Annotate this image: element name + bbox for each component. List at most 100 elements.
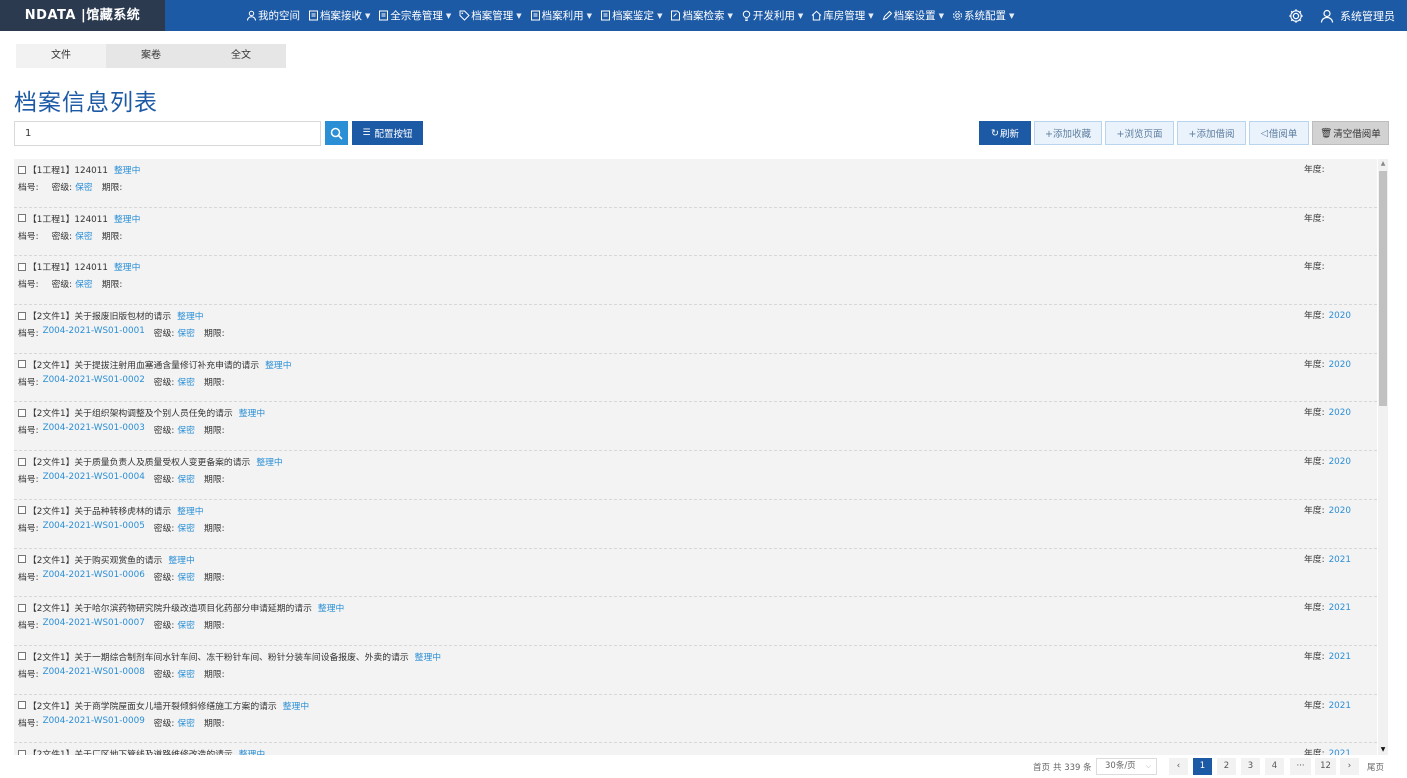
tab-2[interactable]: 全文 <box>196 44 286 68</box>
nav-item-4[interactable]: 档案利用 ▼ <box>530 8 592 23</box>
row-title[interactable]: 【2文件1】关于品种转移虎林的请示 <box>28 504 171 517</box>
nav-item-1[interactable]: 档案接收 ▼ <box>308 8 370 23</box>
row-title[interactable]: 【1工程1】124011 <box>28 260 108 273</box>
page-button-0[interactable]: 1 <box>1193 758 1212 775</box>
doc-no-value[interactable]: Z004-2021-WS01-0007 <box>43 618 145 631</box>
row-title[interactable]: 【2文件1】关于一期综合制剂车间水针车间、冻干粉针车间、粉针分装车间设备报废、外… <box>28 650 409 663</box>
nav-item-10[interactable]: 系统配置 ▼ <box>952 8 1014 23</box>
list-item[interactable]: 【1工程1】124011 整理中 档号: 密级: 保密 期限: 年度: <box>14 207 1377 257</box>
row-title[interactable]: 【2文件1】关于商学院屋面女儿墙开裂倾斜修缮施工方案的请示 <box>28 699 277 712</box>
row-checkbox[interactable] <box>18 408 26 417</box>
nav-item-0[interactable]: 我的空间 <box>246 8 300 23</box>
list-item[interactable]: 【1工程1】124011 整理中 档号: 密级: 保密 期限: 年度: <box>14 159 1377 208</box>
nav-item-label: 档案管理 <box>471 10 514 22</box>
row-title[interactable]: 【2文件1】关于哈尔滨药物研究院升级改造项目化药部分申请延期的请示 <box>28 601 312 614</box>
doc-no-value[interactable]: Z004-2021-WS01-0001 <box>43 326 145 339</box>
last-page-link[interactable]: 尾页 <box>1367 761 1384 773</box>
caret-down-icon: ▼ <box>365 11 371 20</box>
nav-item-6[interactable]: 档案检索 ▼ <box>670 8 733 23</box>
tab-1[interactable]: 案卷 <box>106 44 196 68</box>
list-item[interactable]: 【2文件1】关于组织架构调整及个别人员任免的请示 整理中 档号: Z004-2021-… <box>14 402 1377 452</box>
row-title[interactable]: 【2文件1】关于组织架构调整及个别人员任免的请示 <box>28 406 233 419</box>
settings-gear-icon[interactable] <box>1288 8 1304 24</box>
period-label: 期限: <box>203 572 225 583</box>
row-title[interactable]: 【2文件1】关于质量负责人及质量受权人变更备案的请示 <box>28 455 250 468</box>
year-label: 年度: <box>1304 457 1325 468</box>
doc-no-value[interactable]: Z004-2021-WS01-0009 <box>43 716 145 729</box>
list-item[interactable]: 【2文件1】关于商学院屋面女儿墙开裂倾斜修缮施工方案的请示 整理中 档号: Z004-… <box>14 694 1377 744</box>
page-button-2[interactable]: 3 <box>1241 758 1260 775</box>
page-button-4[interactable]: ··· <box>1290 758 1311 775</box>
row-checkbox[interactable] <box>18 749 26 755</box>
list-item[interactable]: 【2文件1】关于厂区地下管线及道路维修改造的请示整理中 年度:2021 <box>14 743 1377 755</box>
doc-no-value[interactable]: Z004-2021-WS01-0008 <box>43 667 145 680</box>
row-checkbox[interactable] <box>18 701 26 710</box>
row-checkbox[interactable] <box>18 360 26 369</box>
row-checkbox[interactable] <box>18 214 26 223</box>
row-title-line: 【2文件1】关于购买观赏鱼的请示 整理中 <box>18 553 195 566</box>
row-checkbox[interactable] <box>18 165 26 174</box>
browse-page-button[interactable]: +浏览页面 <box>1105 121 1174 145</box>
page-button-5[interactable]: 12 <box>1315 758 1336 775</box>
list-item[interactable]: 【2文件1】关于哈尔滨药物研究院升级改造项目化药部分申请延期的请示 整理中 档号: Z… <box>14 597 1377 646</box>
row-checkbox[interactable] <box>18 652 26 661</box>
nav-item-8[interactable]: 库房管理 ▼ <box>811 8 874 23</box>
year-value: 2021 <box>1328 554 1351 565</box>
list-scrollbar[interactable]: ▲ ▼ <box>1378 159 1388 755</box>
row-status: 整理中 <box>177 312 204 323</box>
refresh-button[interactable]: ↻ 刷新 <box>979 121 1031 145</box>
search-input[interactable] <box>14 121 321 146</box>
row-checkbox[interactable] <box>18 506 26 515</box>
row-title[interactable]: 【1工程1】124011 <box>28 212 108 225</box>
row-checkbox[interactable] <box>18 457 26 466</box>
prev-page-button[interactable]: ‹ <box>1169 758 1188 775</box>
page-button-3[interactable]: 4 <box>1265 758 1284 775</box>
list-item[interactable]: 【2文件1】关于品种转移虎林的请示 整理中 档号: Z004-2021-WS01-00… <box>14 499 1377 549</box>
year-label: 年度: <box>1304 359 1325 370</box>
row-title[interactable]: 【2文件1】关于购买观赏鱼的请示 <box>28 553 162 566</box>
doc-no-value[interactable]: Z004-2021-WS01-0005 <box>43 521 145 534</box>
doc-no-value[interactable]: Z004-2021-WS01-0004 <box>43 472 145 485</box>
user-icon[interactable] <box>1320 9 1334 23</box>
row-checkbox[interactable] <box>18 262 26 271</box>
borrow-list-button[interactable]: ◁ 借阅单 <box>1249 121 1309 145</box>
row-title[interactable]: 【2文件1】关于提拔注射用血塞通含量修订补充申请的请示 <box>28 358 259 371</box>
page-button-1[interactable]: 2 <box>1217 758 1236 775</box>
nav-item-3[interactable]: 档案管理 ▼ <box>459 8 522 23</box>
list-item[interactable]: 【2文件1】关于提拔注射用血塞通含量修订补充申请的请示 整理中 档号: Z004-20… <box>14 353 1377 403</box>
row-title[interactable]: 【1工程1】124011 <box>28 163 108 176</box>
list-item[interactable]: 【2文件1】关于质量负责人及质量受权人变更备案的请示 整理中 档号: Z004-202… <box>14 451 1377 500</box>
list-item[interactable]: 【1工程1】124011 整理中 档号: 密级: 保密 期限: 年度: <box>14 256 1377 306</box>
next-page-button[interactable]: › <box>1340 758 1359 775</box>
doc-no-value[interactable]: Z004-2021-WS01-0006 <box>43 570 145 583</box>
list-item[interactable]: 【2文件1】关于报废旧版包材的请示 整理中 档号: Z004-2021-WS01-00… <box>14 305 1377 354</box>
list-item[interactable]: 【2文件1】关于购买观赏鱼的请示 整理中 档号: Z004-2021-WS01-000… <box>14 548 1377 598</box>
doc-no-value[interactable]: Z004-2021-WS01-0002 <box>43 375 145 388</box>
row-checkbox[interactable] <box>18 555 26 563</box>
scroll-thumb[interactable] <box>1379 171 1387 406</box>
add-borrow-button[interactable]: +添加借阅 <box>1177 121 1246 145</box>
nav-item-9[interactable]: 档案设置 ▼ <box>882 8 944 23</box>
row-title[interactable]: 【2文件1】关于厂区地下管线及道路维修改造的请示 <box>28 747 233 755</box>
nav-item-7[interactable]: 开发利用 ▼ <box>741 8 803 23</box>
nav-item-2[interactable]: 全宗卷管理 ▼ <box>378 8 451 23</box>
first-page-link[interactable]: 首页 <box>1033 761 1050 773</box>
chevron-down-icon: ⌵ <box>1145 762 1151 770</box>
caret-down-icon: ▼ <box>657 11 663 20</box>
page-size-select[interactable]: 30条/页 ⌵ <box>1096 758 1157 775</box>
tab-0[interactable]: 文件 <box>16 44 106 68</box>
scroll-up-arrow-icon[interactable]: ▲ <box>1378 159 1388 169</box>
row-checkbox[interactable] <box>18 603 26 612</box>
doc-no-value[interactable]: Z004-2021-WS01-0003 <box>43 423 145 436</box>
scroll-down-arrow-icon[interactable]: ▼ <box>1378 745 1388 755</box>
user-name[interactable]: 系统管理员 <box>1340 8 1395 24</box>
row-title[interactable]: 【2文件1】关于报废旧版包材的请示 <box>28 309 171 322</box>
nav-item-5[interactable]: 档案鉴定 ▼ <box>600 8 662 23</box>
list-item[interactable]: 【2文件1】关于一期综合制剂车间水针车间、冻干粉针车间、粉针分装车间设备报废、外… <box>14 645 1377 695</box>
config-button[interactable]: ☰ 配置按钮 <box>352 121 423 145</box>
add-favorite-button[interactable]: +添加收藏 <box>1034 121 1102 145</box>
clear-borrow-button[interactable]: 🗑 清空借阅单 <box>1312 121 1389 145</box>
row-checkbox[interactable] <box>18 311 26 320</box>
nav-item-label: 库房管理 <box>823 10 866 22</box>
search-button[interactable] <box>325 121 348 145</box>
